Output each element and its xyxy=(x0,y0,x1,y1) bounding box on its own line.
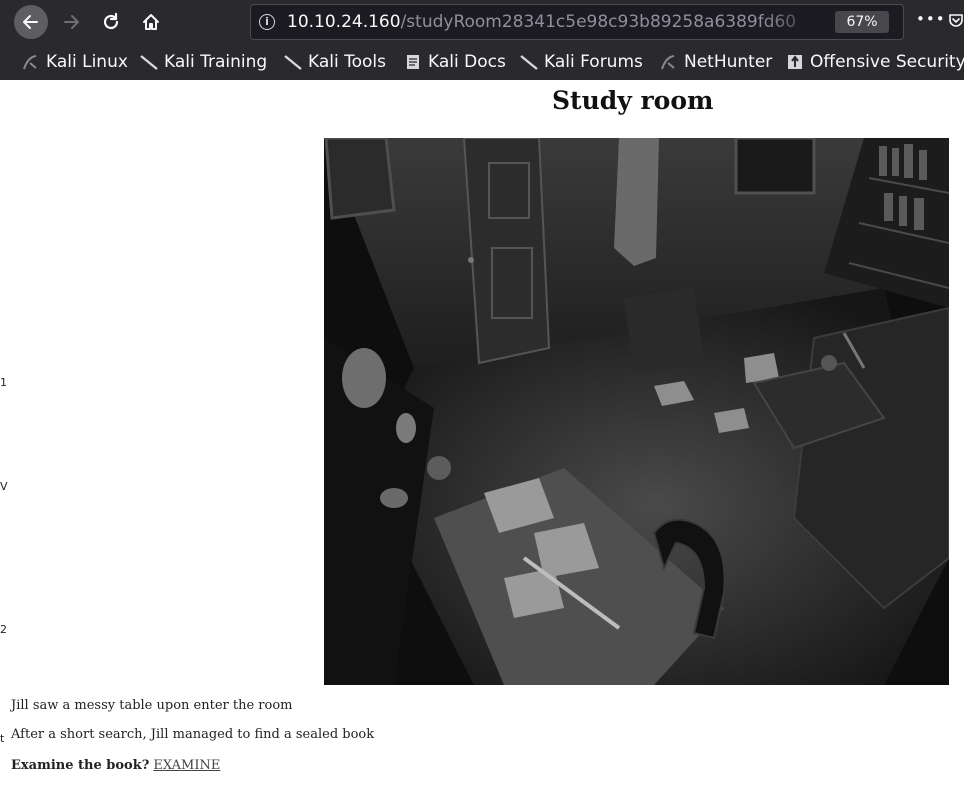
bookmark-label: Kali Training xyxy=(164,52,268,72)
forward-button[interactable] xyxy=(54,5,88,39)
bookmark-nethunter[interactable]: NetHunter xyxy=(660,51,772,73)
bookmark-kali-forums[interactable]: Kali Forums xyxy=(520,51,643,73)
bookmark-offensive-security[interactable]: Offensive Security xyxy=(786,51,964,73)
study-room-illustration xyxy=(324,138,949,685)
clipped-text: 2 xyxy=(0,623,7,636)
arrow-left-icon xyxy=(23,15,38,29)
kali-dragon-icon xyxy=(140,53,158,71)
page-actions-more-icon[interactable]: ••• xyxy=(916,10,946,28)
zoom-indicator[interactable]: 67% xyxy=(835,11,889,33)
url-text[interactable]: 10.10.24.160/studyRoom28341c5e98c93b8925… xyxy=(287,12,827,32)
offsec-icon xyxy=(786,53,804,71)
bookmark-kali-tools[interactable]: Kali Tools xyxy=(284,51,386,73)
clipped-text: t xyxy=(0,732,5,745)
bookmark-label: Kali Forums xyxy=(544,52,643,72)
story-line: Jill saw a messy table upon enter the ro… xyxy=(11,698,293,713)
clipped-text: V xyxy=(0,480,8,493)
reload-icon xyxy=(103,12,119,30)
home-icon xyxy=(143,14,159,30)
bookmark-label: Kali Linux xyxy=(46,52,128,72)
url-bar[interactable]: i 10.10.24.160/studyRoom28341c5e98c93b89… xyxy=(250,4,904,40)
home-button[interactable] xyxy=(134,5,168,39)
kali-dragon-icon xyxy=(284,53,302,71)
bookmark-label: Kali Tools xyxy=(308,52,386,72)
clipped-text: 1 xyxy=(0,376,7,389)
arrow-right-icon xyxy=(64,15,79,29)
reload-button[interactable] xyxy=(94,5,128,39)
bookmark-kali-training[interactable]: Kali Training xyxy=(140,51,267,73)
bookmark-label: NetHunter xyxy=(684,52,773,72)
bookmark-kali-linux[interactable]: Kali Linux xyxy=(22,51,128,73)
bookmark-label: Kali Docs xyxy=(428,52,506,72)
bookmark-label: Offensive Security xyxy=(810,52,964,72)
docs-icon xyxy=(404,53,422,71)
page-title: Study room xyxy=(552,86,714,115)
url-path: /studyRoom28341c5e98c93b89258a6389fd60 xyxy=(400,12,797,32)
url-host: 10.10.24.160 xyxy=(287,12,401,32)
study-room-image xyxy=(324,138,949,685)
browser-chrome: i 10.10.24.160/studyRoom28341c5e98c93b89… xyxy=(0,0,964,80)
kali-dragon-icon xyxy=(660,53,678,71)
kali-dragon-icon xyxy=(520,53,538,71)
kali-dragon-icon xyxy=(22,53,40,71)
story-line: After a short search, Jill managed to fi… xyxy=(11,727,375,742)
back-button[interactable] xyxy=(14,5,48,39)
pocket-icon[interactable] xyxy=(948,12,964,28)
site-info-icon[interactable]: i xyxy=(259,14,275,30)
navigation-toolbar: i 10.10.24.160/studyRoom28341c5e98c93b89… xyxy=(0,0,964,44)
examine-prompt-line: Examine the book? EXAMINE xyxy=(11,758,220,773)
bookmarks-toolbar: Kali Linux Kali Training Kali Tools Kali… xyxy=(0,44,964,80)
examine-prompt: Examine the book? xyxy=(11,758,150,773)
bookmark-kali-docs[interactable]: Kali Docs xyxy=(404,51,506,73)
examine-link[interactable]: EXAMINE xyxy=(153,758,220,773)
